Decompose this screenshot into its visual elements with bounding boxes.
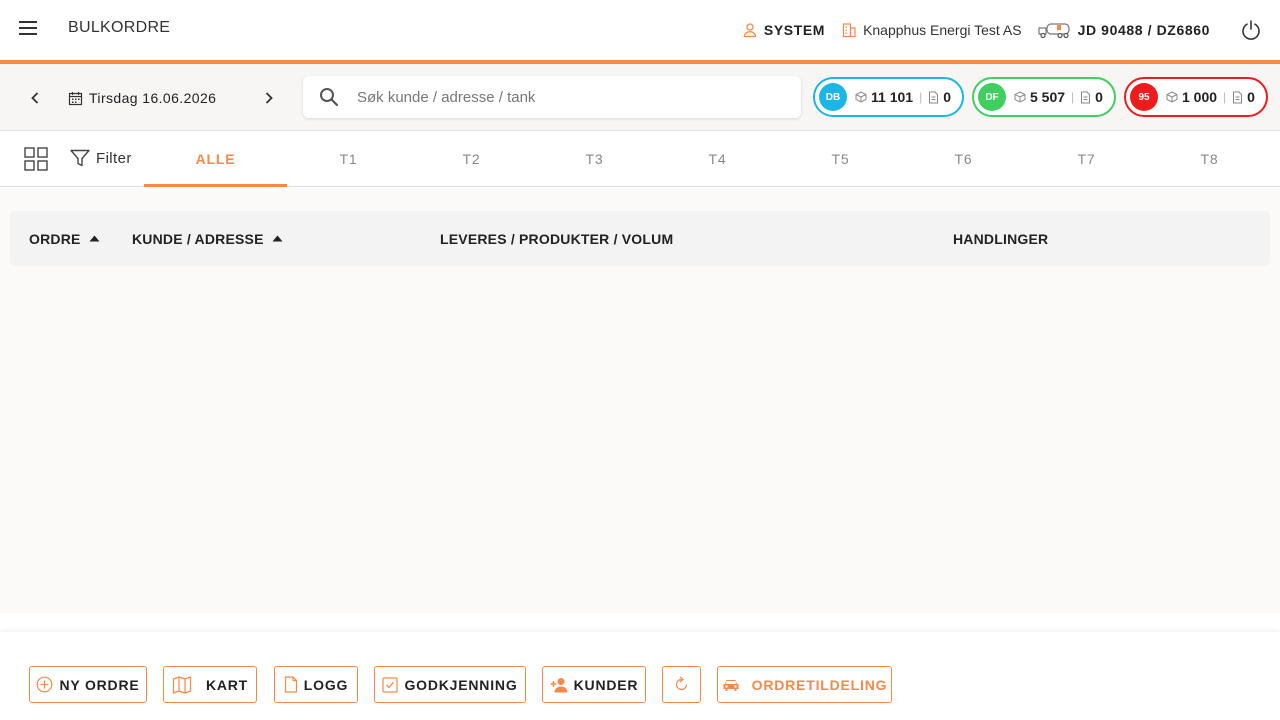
column-header-kunde[interactable]: KUNDE / ADRESSE bbox=[132, 211, 283, 266]
column-label: ORDRE bbox=[29, 230, 81, 247]
search-input[interactable] bbox=[357, 88, 757, 106]
page-title: BULKORDRE bbox=[68, 19, 171, 36]
document-icon bbox=[1232, 91, 1243, 104]
search-box bbox=[303, 76, 801, 118]
plus-circle-icon bbox=[36, 676, 53, 693]
next-day-button[interactable] bbox=[257, 86, 281, 110]
refresh-button[interactable] bbox=[662, 666, 701, 703]
map-button[interactable]: KART bbox=[163, 666, 257, 703]
sort-up-icon bbox=[272, 235, 283, 242]
user-icon bbox=[742, 22, 758, 38]
hamburger-menu-icon[interactable] bbox=[16, 16, 40, 40]
product-docs: 0 bbox=[943, 89, 951, 105]
date-search-bar: Tirsdag 16.06.2026 DB 11 101 | 0 DF 5 50… bbox=[0, 64, 1280, 131]
product-volume: 5 507 bbox=[1030, 89, 1066, 105]
search-icon bbox=[319, 87, 339, 107]
product-chip-df[interactable]: DF 5 507 | 0 bbox=[972, 77, 1116, 117]
product-badge: 95 bbox=[1130, 83, 1158, 111]
map-icon bbox=[172, 675, 192, 695]
tanker-truck-icon bbox=[1037, 21, 1072, 39]
date-label: Tirsdag 16.06.2026 bbox=[89, 90, 217, 106]
button-label: ORDRETILDELING bbox=[751, 676, 888, 693]
power-icon[interactable] bbox=[1240, 19, 1262, 41]
product-docs: 0 bbox=[1247, 89, 1255, 105]
user-name: SYSTEM bbox=[763, 22, 826, 38]
product-volume: 11 101 bbox=[871, 89, 914, 105]
current-user[interactable]: SYSTEM bbox=[742, 22, 825, 38]
tab-bar: Filter ALLE T1 T2 T3 T4 T5 T6 T7 T8 bbox=[0, 131, 1280, 187]
action-bar: NY ORDRE KART LOGG GODKJENNING KUNDER OR… bbox=[0, 632, 1280, 720]
building-icon bbox=[841, 22, 857, 38]
product-volume: 1 000 bbox=[1182, 89, 1218, 105]
product-chip-db[interactable]: DB 11 101 | 0 bbox=[813, 77, 964, 117]
vehicle-id: JD 90488 / DZ6860 bbox=[1077, 22, 1210, 38]
tab-t5[interactable]: T5 bbox=[779, 131, 902, 187]
approval-button[interactable]: GODKJENNING bbox=[374, 666, 526, 703]
filter-button[interactable]: Filter bbox=[70, 149, 132, 167]
tab-t7[interactable]: T7 bbox=[1025, 131, 1148, 187]
cube-icon bbox=[1166, 91, 1178, 103]
chevron-right-icon bbox=[265, 92, 273, 104]
button-label: NY ORDRE bbox=[59, 676, 140, 693]
button-label: KUNDER bbox=[573, 676, 639, 693]
cube-icon bbox=[1014, 91, 1026, 103]
add-user-icon bbox=[550, 677, 568, 693]
product-docs: 0 bbox=[1095, 89, 1103, 105]
order-list-area: ORDRE KUNDE / ADRESSE LEVERES / PRODUKTE… bbox=[0, 188, 1280, 613]
table-header: ORDRE KUNDE / ADRESSE LEVERES / PRODUKTE… bbox=[10, 211, 1270, 266]
filter-label: Filter bbox=[96, 149, 132, 167]
separator: | bbox=[919, 90, 923, 104]
tab-t2[interactable]: T2 bbox=[410, 131, 533, 187]
button-label: GODKJENNING bbox=[404, 676, 518, 693]
company-name: Knapphus Energi Test AS bbox=[863, 22, 1022, 38]
top-right-info: SYSTEM Knapphus Energi Test AS JD 90488 … bbox=[742, 0, 1264, 60]
log-button[interactable]: LOGG bbox=[274, 666, 358, 703]
separator: | bbox=[1223, 90, 1227, 104]
sort-up-icon bbox=[89, 235, 100, 242]
tab-t6[interactable]: T6 bbox=[902, 131, 1025, 187]
previous-day-button[interactable] bbox=[23, 86, 47, 110]
tab-alle[interactable]: ALLE bbox=[144, 131, 287, 187]
date-picker[interactable]: Tirsdag 16.06.2026 bbox=[68, 86, 216, 110]
tab-t8[interactable]: T8 bbox=[1148, 131, 1271, 187]
tab-t3[interactable]: T3 bbox=[533, 131, 656, 187]
order-assignment-button[interactable]: ORDRETILDELING bbox=[717, 666, 892, 703]
current-company[interactable]: Knapphus Energi Test AS bbox=[841, 22, 1022, 38]
product-badge: DB bbox=[819, 83, 847, 111]
document-icon bbox=[284, 676, 298, 693]
column-label: LEVERES / PRODUKTER / VOLUM bbox=[440, 230, 674, 247]
button-label: LOGG bbox=[303, 676, 349, 693]
column-header-ordre[interactable]: ORDRE bbox=[29, 211, 100, 266]
column-label: KUNDE / ADRESSE bbox=[132, 230, 264, 247]
checkbox-icon bbox=[382, 676, 399, 693]
cube-icon bbox=[855, 91, 867, 103]
separator: | bbox=[1071, 90, 1075, 104]
refresh-icon bbox=[673, 676, 690, 693]
column-header-handlinger: HANDLINGER bbox=[953, 211, 1048, 266]
product-badge: DF bbox=[978, 83, 1006, 111]
filter-icon bbox=[70, 149, 90, 167]
calendar-icon bbox=[68, 91, 83, 106]
current-vehicle[interactable]: JD 90488 / DZ6860 bbox=[1037, 21, 1210, 39]
new-order-button[interactable]: NY ORDRE bbox=[29, 666, 147, 703]
document-icon bbox=[1080, 91, 1091, 104]
product-chip-95[interactable]: 95 1 000 | 0 bbox=[1124, 77, 1268, 117]
chevron-left-icon bbox=[31, 92, 39, 104]
grid-view-icon[interactable] bbox=[24, 147, 48, 171]
tab-t4[interactable]: T4 bbox=[656, 131, 779, 187]
column-label: HANDLINGER bbox=[953, 230, 1049, 247]
column-header-leveres: LEVERES / PRODUKTER / VOLUM bbox=[440, 211, 673, 266]
tab-t1[interactable]: T1 bbox=[287, 131, 410, 187]
button-label: KART bbox=[205, 676, 249, 693]
customers-button[interactable]: KUNDER bbox=[542, 666, 646, 703]
top-app-bar: BULKORDRE SYSTEM Knapphus Energi Test AS… bbox=[0, 0, 1280, 60]
car-icon bbox=[722, 678, 740, 692]
document-icon bbox=[928, 91, 939, 104]
